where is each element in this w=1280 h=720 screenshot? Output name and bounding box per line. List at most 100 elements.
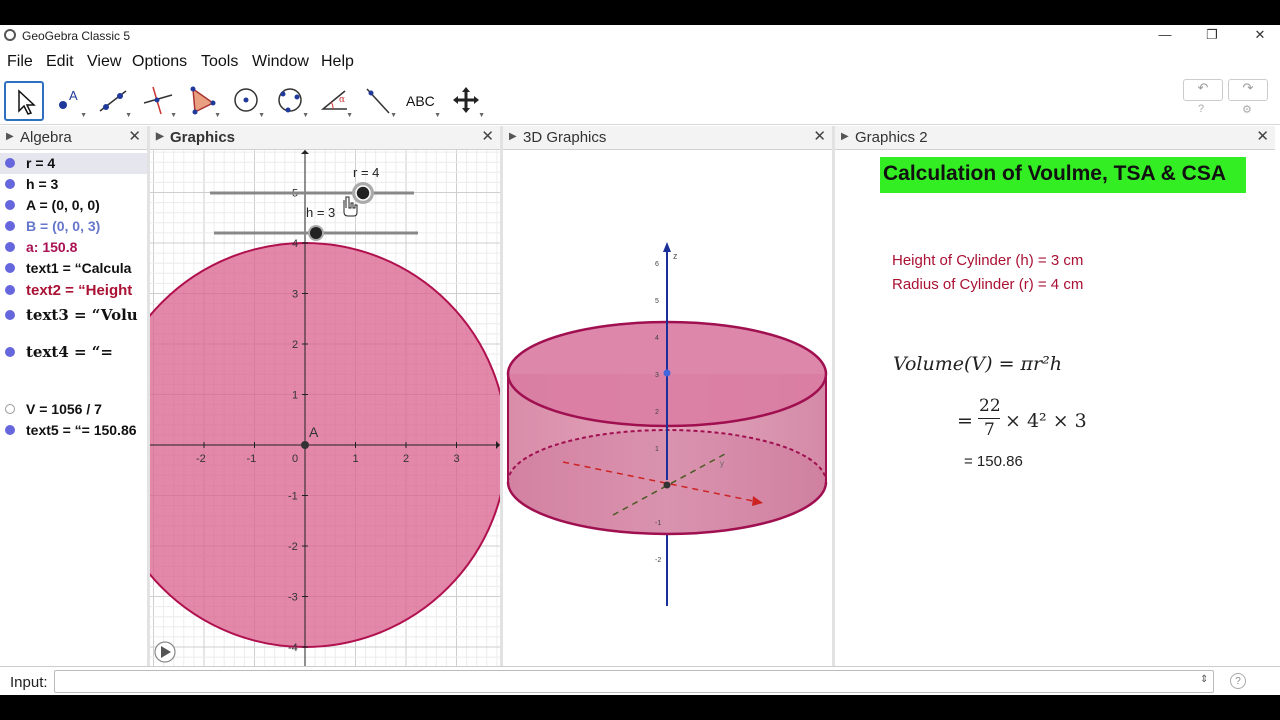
visibility-dot-icon[interactable] bbox=[5, 263, 15, 273]
algebra-item-text: text3 = “Volu bbox=[26, 306, 138, 324]
algebra-item[interactable]: a: 150.8 bbox=[0, 237, 147, 258]
z-tick-label: -2 bbox=[655, 557, 661, 564]
y-tick-label: 3 bbox=[292, 289, 298, 301]
input-field[interactable] bbox=[54, 670, 1214, 693]
substitution-expression[interactable]: = 22 7 × 4² × 3 bbox=[957, 396, 1087, 444]
minimize-button[interactable]: — bbox=[1145, 27, 1185, 45]
algebra-item[interactable]: text1 = “Calcula bbox=[0, 258, 147, 279]
graphics-canvas[interactable]: -2-10123 54321-1-2-3-4 r = 4 h = 3 A bbox=[150, 150, 500, 666]
slider-r-handle[interactable] bbox=[355, 185, 371, 201]
menu-options[interactable]: Options bbox=[132, 53, 187, 71]
angle-tool-button[interactable]: α ▼ bbox=[315, 81, 355, 121]
x-tick-label: 2 bbox=[403, 453, 409, 465]
algebra-item-text: A = (0, 0, 0) bbox=[26, 197, 100, 213]
circle-three-points-tool-button[interactable]: ▼ bbox=[271, 81, 311, 121]
perpendicular-tool-button[interactable]: ▼ bbox=[139, 81, 179, 121]
visibility-dot-icon[interactable] bbox=[5, 221, 15, 231]
volume-formula[interactable]: Volume(V) = πr²h bbox=[893, 353, 1062, 375]
slider-r-label: r = 4 bbox=[353, 165, 379, 180]
polygon-tool-button[interactable]: ▼ bbox=[183, 81, 223, 121]
height-text[interactable]: Height of Cylinder (h) = 3 cm bbox=[892, 252, 1083, 269]
graphics3d-panel-title: 3D Graphics bbox=[523, 129, 607, 146]
algebra-item-text: V = 1056 / 7 bbox=[26, 401, 102, 417]
menu-file[interactable]: File bbox=[7, 53, 33, 71]
y-tick-label: 2 bbox=[292, 339, 298, 351]
y-tick-label: -3 bbox=[288, 592, 298, 604]
visibility-dot-icon[interactable] bbox=[5, 158, 15, 168]
x-tick-label: -1 bbox=[247, 453, 257, 465]
algebra-item[interactable]: text4 = “= bbox=[0, 334, 147, 370]
expand-arrow-icon[interactable]: ▶ bbox=[6, 131, 14, 142]
slider-h-handle[interactable] bbox=[308, 225, 324, 241]
redo-button[interactable]: ↷ bbox=[1228, 79, 1268, 101]
x-tick-label: 1 bbox=[353, 453, 359, 465]
visibility-dot-icon[interactable] bbox=[5, 310, 15, 320]
algebra-item[interactable]: text5 = “= 150.86 bbox=[0, 420, 147, 441]
volume-result[interactable]: = 150.86 bbox=[964, 453, 1023, 470]
graphics3d-view[interactable]: y z 6 5 4 3 2 1 -1 -2 bbox=[503, 150, 832, 666]
input-help-icon[interactable]: ? bbox=[1230, 673, 1246, 689]
expand-arrow-icon[interactable]: ▶ bbox=[156, 131, 164, 142]
restore-button[interactable]: ❐ bbox=[1192, 27, 1232, 45]
expand-arrow-icon[interactable]: ▶ bbox=[841, 131, 849, 142]
algebra-item[interactable]: h = 3 bbox=[0, 174, 147, 195]
algebra-item-text: text1 = “Calcula bbox=[26, 260, 132, 276]
algebra-item[interactable]: text2 = “Height bbox=[0, 280, 147, 301]
graphics-view[interactable]: -2-10123 54321-1-2-3-4 r = 4 h = 3 A bbox=[150, 150, 500, 666]
z-tick-label: 3 bbox=[655, 372, 659, 379]
algebra-item[interactable]: B = (0, 0, 3) bbox=[0, 216, 147, 237]
equals-sign: = bbox=[957, 410, 973, 432]
menu-window[interactable]: Window bbox=[252, 53, 309, 71]
point-tool-button[interactable]: A ▼ bbox=[49, 81, 89, 121]
algebra-item[interactable]: r = 4 bbox=[0, 153, 147, 174]
move-view-tool-button[interactable]: ▼ bbox=[447, 81, 487, 121]
graphics3d-canvas[interactable]: y z 6 5 4 3 2 1 -1 -2 bbox=[503, 150, 832, 666]
algebra-item-text: h = 3 bbox=[26, 176, 59, 192]
graphics2-view[interactable]: Calculation of Voulme, TSA & CSA Height … bbox=[835, 150, 1280, 666]
visibility-dot-icon[interactable] bbox=[5, 200, 15, 210]
geogebra-window: GeoGebra Classic 5 — ❐ ✕ File Edit View … bbox=[0, 25, 1280, 695]
undo-button[interactable]: ↶ bbox=[1183, 79, 1223, 101]
window-title: GeoGebra Classic 5 bbox=[22, 29, 131, 43]
menu-help[interactable]: Help bbox=[321, 53, 354, 71]
algebra-item[interactable]: V = 1056 / 7 bbox=[0, 399, 147, 420]
settings-icon[interactable]: ⚙ bbox=[1242, 103, 1252, 116]
visibility-dot-icon[interactable] bbox=[5, 242, 15, 252]
z-tick-label: -1 bbox=[655, 520, 661, 527]
point-b-3d[interactable] bbox=[663, 369, 671, 377]
title-banner[interactable]: Calculation of Voulme, TSA & CSA bbox=[880, 157, 1246, 193]
help-icon[interactable]: ? bbox=[1198, 103, 1204, 115]
visibility-dot-icon[interactable] bbox=[5, 347, 15, 357]
algebra-item[interactable]: A = (0, 0, 0) bbox=[0, 195, 147, 216]
hidden-object-dot-icon[interactable] bbox=[5, 404, 15, 414]
close-graphics3d-panel-button[interactable]: ✕ bbox=[813, 127, 826, 145]
text-tool-button[interactable]: ABC ▼ bbox=[403, 81, 443, 121]
expand-arrow-icon[interactable]: ▶ bbox=[509, 131, 517, 142]
graphics2-panel-header: ▶ Graphics 2 ✕ bbox=[835, 126, 1275, 150]
y-tick-label: -4 bbox=[288, 642, 298, 654]
close-algebra-panel-button[interactable]: ✕ bbox=[128, 127, 141, 145]
algebra-item[interactable]: text3 = “Volu bbox=[0, 302, 147, 328]
visibility-dot-icon[interactable] bbox=[5, 425, 15, 435]
visibility-dot-icon[interactable] bbox=[5, 179, 15, 189]
fraction-numerator: 22 bbox=[979, 396, 1001, 416]
point-a-3d[interactable] bbox=[663, 481, 671, 489]
menu-tools[interactable]: Tools bbox=[201, 53, 238, 71]
radius-text[interactable]: Radius of Cylinder (r) = 4 cm bbox=[892, 276, 1083, 293]
input-history-icon[interactable]: ⇕ bbox=[1200, 674, 1208, 685]
y-axis-3d-label: y bbox=[720, 459, 724, 468]
point-a[interactable] bbox=[301, 441, 309, 449]
circle-center-tool-button[interactable]: ▼ bbox=[227, 81, 267, 121]
y-tick-label: -1 bbox=[288, 491, 298, 503]
close-graphics-panel-button[interactable]: ✕ bbox=[481, 127, 494, 145]
move-tool-button[interactable] bbox=[4, 81, 44, 121]
close-window-button[interactable]: ✕ bbox=[1240, 27, 1280, 45]
menu-view[interactable]: View bbox=[87, 53, 121, 71]
line-tool-button[interactable]: ▼ bbox=[94, 81, 134, 121]
algebra-item-text: text4 = “= bbox=[26, 343, 113, 361]
menu-edit[interactable]: Edit bbox=[46, 53, 74, 71]
reflect-tool-button[interactable]: ▼ bbox=[359, 81, 399, 121]
close-graphics2-panel-button[interactable]: ✕ bbox=[1256, 127, 1269, 145]
z-tick-label: 4 bbox=[655, 335, 659, 342]
visibility-dot-icon[interactable] bbox=[5, 285, 15, 295]
